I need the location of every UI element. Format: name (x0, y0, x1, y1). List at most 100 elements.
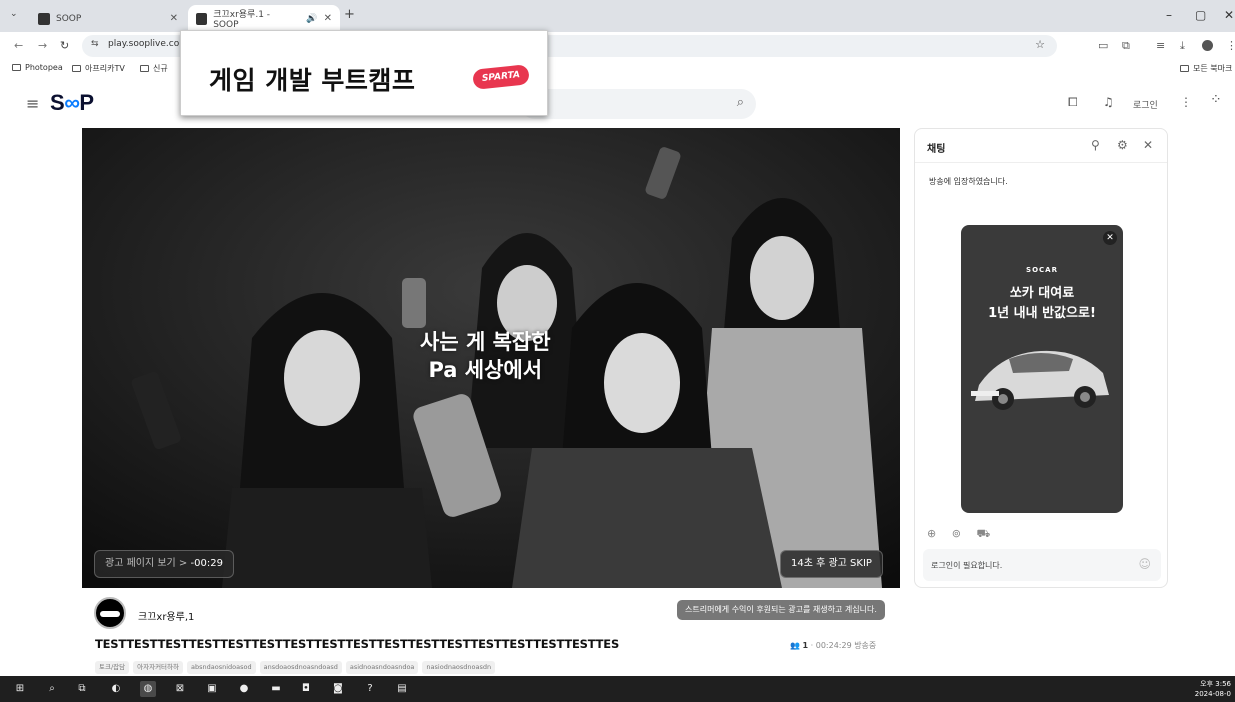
stream-title: TESTTESTTESTTESTTESTTESTTESTTESTTESTTEST… (95, 637, 620, 651)
chat-input-placeholder: 로그인이 필요합니다. (931, 561, 1003, 570)
broadcast-icon[interactable]: ⧠ (1068, 95, 1078, 110)
search-input[interactable]: ⌕ (520, 89, 756, 119)
help-icon[interactable]: ? (362, 681, 378, 697)
close-window-button[interactable]: ✕ (1224, 8, 1234, 22)
outlook-icon[interactable]: ◙ (330, 681, 346, 697)
task-view-icon[interactable]: ⧉ (74, 681, 90, 697)
gear-icon[interactable]: ⚙ (1117, 138, 1128, 152)
forward-icon[interactable]: → (38, 39, 47, 52)
bookmark-label: 신규 (153, 64, 168, 73)
sparta-badge: SPARTA (472, 64, 530, 90)
reader-icon[interactable]: ▭ (1098, 39, 1108, 52)
tag[interactable]: absndaosnidoasod (187, 661, 256, 674)
ad-caption: 사는 게 복잡한 Pa 세상에서 (420, 328, 551, 384)
chat-app-icon[interactable]: ● (236, 681, 252, 697)
reload-icon[interactable]: ↻ (60, 39, 69, 52)
new-tab-button[interactable]: + (344, 7, 355, 22)
file-explorer-icon[interactable]: ▬ (268, 681, 284, 697)
powerpoint-icon[interactable]: ▤ (394, 681, 410, 697)
soop-app-icon[interactable]: ◘ (298, 681, 314, 697)
ad-countdown: -00:29 (190, 558, 223, 569)
tag[interactable]: 토크/잡담 (95, 661, 130, 674)
excel-icon[interactable]: ⊠ (172, 681, 188, 697)
folder-icon (72, 65, 81, 72)
bootcamp-ad-banner[interactable]: 게임 개발 부트캠프 SPARTA (180, 30, 548, 116)
video-player[interactable]: 사는 게 복잡한 Pa 세상에서 광고 페이지 보기 > -00:29 14초 … (82, 128, 900, 588)
speaker-icon[interactable]: 🔊 (306, 14, 317, 24)
cart-icon[interactable]: ⛟ (976, 527, 990, 540)
close-icon[interactable]: ✕ (1143, 138, 1153, 152)
bookmark-item[interactable]: Photopea (12, 63, 63, 72)
close-icon[interactable]: ✕ (324, 13, 332, 24)
bell-icon[interactable]: ♫ (1103, 95, 1114, 109)
close-icon[interactable]: ✕ (170, 13, 178, 24)
bookmark-label: 모든 북마크 (1193, 64, 1233, 73)
chat-title: 채팅 (927, 144, 946, 155)
minimize-button[interactable]: – (1166, 8, 1172, 22)
logo-letter: P (79, 90, 94, 115)
viewers-icon: 👥 (790, 641, 800, 650)
bookmark-folder[interactable]: 아프리카TV (72, 63, 125, 74)
chat-ad[interactable]: ✕ SOCAR 쏘카 대여료 1년 내내 반값으로! (961, 225, 1123, 513)
tag[interactable]: 아자자커터하하 (133, 661, 183, 674)
soop-favicon-icon (196, 12, 208, 25)
app-window-icon[interactable]: ▣ (204, 681, 220, 697)
viewer-stats: 👥 1 · 00:24:29 방송중 (790, 640, 876, 651)
chrome-icon[interactable]: ◍ (140, 681, 156, 697)
system-clock[interactable]: 오후 3:56 2024-08-0 (1195, 679, 1231, 699)
car-image (971, 350, 1109, 410)
search-icon[interactable]: ⌕ (737, 95, 744, 110)
folder-icon (140, 65, 149, 72)
ad-caption-line: 사는 게 복잡한 (420, 330, 551, 354)
photopea-icon (12, 64, 21, 71)
edge-icon[interactable]: ◐ (108, 681, 124, 697)
media-icon[interactable]: ≡ (1156, 39, 1165, 52)
skip-ad-button[interactable]: 14초 후 광고 SKIP (780, 550, 883, 578)
balloon-icon[interactable]: ⊚ (952, 527, 961, 540)
user-list-icon[interactable]: ⚲ (1091, 138, 1100, 152)
tag[interactable]: asidnoasndoasndoa (345, 661, 419, 674)
soop-favicon-icon (38, 12, 50, 25)
bookmark-label: 아프리카TV (85, 64, 125, 73)
donation-icon[interactable]: ⊕ (927, 527, 936, 540)
extensions-icon[interactable]: ⧉ (1122, 39, 1130, 53)
tab-soop[interactable]: SOOP ✕ (30, 5, 186, 32)
folder-icon (1180, 65, 1189, 72)
maximize-button[interactable]: ▢ (1195, 8, 1206, 22)
tag[interactable]: nasiodnaosdnoasdn (422, 661, 496, 674)
windows-start-icon[interactable]: ⊞ (12, 681, 28, 697)
chat-input[interactable]: 로그인이 필요합니다. ☺ (923, 549, 1161, 581)
bookmark-label: Photopea (25, 63, 63, 72)
tab-title: 크끄xr용루.1 - SOOP (213, 10, 271, 30)
clock-time: 오후 3:56 (1200, 680, 1231, 688)
menu-kebab-icon[interactable]: ⋮ (1226, 39, 1235, 52)
apps-grid-icon[interactable]: ⁘ (1210, 92, 1222, 108)
download-icon[interactable]: ⤓ (1180, 39, 1185, 53)
streamer-avatar[interactable] (94, 597, 126, 629)
streamer-name[interactable]: 크끄xr용루,1 (138, 608, 194, 623)
bookmark-folder[interactable]: 신규 (140, 63, 168, 74)
banner-title: 게임 개발 부트캠프 (209, 66, 416, 95)
ad-page-button[interactable]: 광고 페이지 보기 > -00:29 (94, 550, 234, 578)
site-info-icon[interactable]: ⇆ (91, 39, 99, 49)
back-icon[interactable]: ← (14, 39, 23, 52)
stream-tags: 토크/잡담 아자자커터하하 absndaosnidoasod ansdoaosd… (95, 661, 496, 674)
tab-stream[interactable]: 크끄xr용루.1 - SOOP 🔊 ✕ (188, 5, 340, 32)
tag[interactable]: ansdoaosdnoasndoasd (259, 661, 342, 674)
all-bookmarks-folder[interactable]: 모든 북마크 (1180, 63, 1232, 74)
soop-logo[interactable]: S∞P (50, 90, 94, 116)
search-icon[interactable]: ⌕ (44, 681, 60, 697)
ad-caption-line: Pa 세상에서 (428, 358, 543, 382)
login-link[interactable]: 로그인 (1133, 98, 1158, 111)
more-kebab-icon[interactable]: ⋮ (1180, 95, 1192, 109)
viewer-count: 1 (802, 641, 809, 650)
tab-title: SOOP (56, 13, 82, 24)
hamburger-menu-icon[interactable]: ≡ (26, 94, 39, 113)
chevron-down-icon[interactable]: ⌄ (10, 9, 18, 19)
logo-letter: S (50, 90, 65, 115)
browser-tabstrip: ⌄ SOOP ✕ 크끄xr용루.1 - SOOP 🔊 ✕ + – ▢ ✕ (0, 0, 1235, 32)
bookmark-star-icon[interactable]: ☆ (1035, 38, 1045, 51)
profile-icon[interactable] (1202, 40, 1213, 51)
chat-system-message: 방송에 입장하였습니다. (929, 177, 1008, 186)
emoji-icon[interactable]: ☺ (1138, 557, 1151, 571)
